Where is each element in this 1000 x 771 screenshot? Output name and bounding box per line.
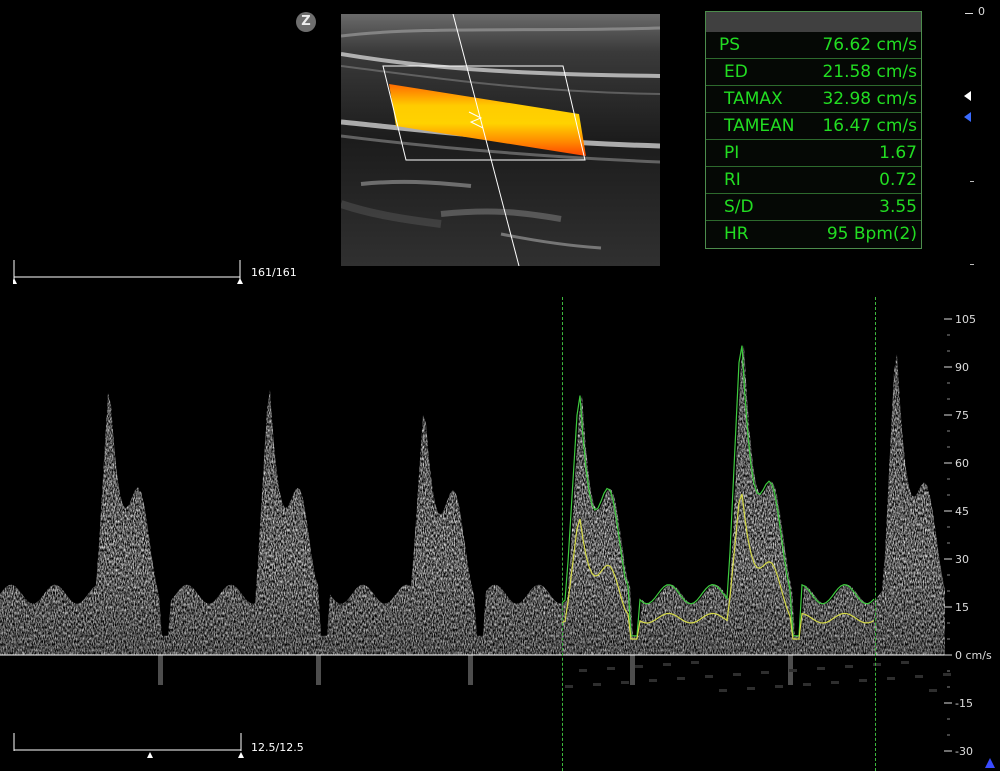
meas-value: 76.62 cm/s	[822, 35, 917, 55]
meas-label: PS	[719, 35, 741, 55]
depth-minor-tick	[970, 264, 974, 265]
noise-mark	[565, 685, 573, 688]
spectral-svg: 105 90 75 60 45 30 15 0 cm/s -15 -30	[0, 313, 992, 758]
noise-mark	[775, 685, 783, 688]
noise-mark	[817, 667, 825, 670]
velocity-tick-label: 60	[955, 457, 969, 470]
velocity-tick-label: 0 cm/s	[955, 649, 992, 662]
velocity-tick-label: 30	[955, 553, 969, 566]
depth-scale-label: 0	[978, 5, 985, 18]
frame-bracket[interactable]	[11, 260, 243, 284]
negative-flow-mark	[630, 655, 635, 685]
noise-mark	[831, 681, 839, 684]
zoom-badge[interactable]: Z	[296, 12, 316, 32]
velocity-tick-label: -30	[955, 745, 973, 758]
meas-label: TAMEAN	[724, 116, 795, 136]
noise-mark	[747, 687, 755, 690]
sweep-bracket[interactable]	[13, 733, 245, 759]
meas-label: PI	[724, 143, 740, 163]
velocity-tick-label: 90	[955, 361, 969, 374]
noise-mark	[691, 661, 699, 664]
noise-mark	[705, 675, 713, 678]
velocity-tick-label: 105	[955, 313, 976, 326]
meas-row-tamax: TAMAX 32.98 cm/s	[706, 86, 921, 113]
focus-marker-white-icon[interactable]	[964, 91, 971, 101]
meas-label: S/D	[724, 197, 754, 217]
meas-value: 1.67	[879, 143, 917, 163]
meas-label: TAMAX	[724, 89, 783, 109]
noise-mark	[719, 689, 727, 692]
velocity-tick-label: 15	[955, 601, 969, 614]
velocity-tick-label: 75	[955, 409, 969, 422]
meas-row-tamean: TAMEAN 16.47 cm/s	[706, 113, 921, 140]
depth-minor-tick	[970, 181, 974, 182]
noise-mark	[607, 667, 615, 670]
negative-flow-mark	[158, 655, 163, 685]
meas-value: 95 Bpm(2)	[826, 224, 917, 244]
meas-value: 3.55	[879, 197, 917, 217]
negative-flow-mark	[468, 655, 473, 685]
meas-label: ED	[724, 62, 748, 82]
spectral-doppler[interactable]: 105 90 75 60 45 30 15 0 cm/s -15 -30	[0, 295, 1000, 771]
noise-mark	[789, 669, 797, 672]
meas-row-pi: PI 1.67	[706, 140, 921, 167]
velocity-tick-label: -15	[955, 697, 973, 710]
meas-label: HR	[724, 224, 749, 244]
noise-mark	[803, 683, 811, 686]
sweep-speed-label: 12.5/12.5	[251, 741, 304, 754]
b-mode-svg	[341, 14, 660, 266]
noise-mark	[929, 689, 937, 692]
time-ruler	[0, 765, 1000, 771]
ultrasound-screen: Z PS 76.62 cm/s ED 21.58 cm/s TAMAX 32.9…	[0, 0, 1000, 771]
meas-row-sd: S/D 3.55	[706, 194, 921, 221]
blue-cursor-icon[interactable]	[985, 758, 995, 768]
meas-value: 32.98 cm/s	[822, 89, 917, 109]
meas-row-ed: ED 21.58 cm/s	[706, 59, 921, 86]
velocity-tick-label: 45	[955, 505, 969, 518]
meas-row-hr: HR 95 Bpm(2)	[706, 221, 921, 247]
noise-mark	[943, 673, 951, 676]
depth-scale-tick	[965, 13, 973, 14]
measurement-header	[706, 12, 921, 32]
sweep-bracket-svg	[13, 733, 244, 758]
noise-mark	[663, 663, 671, 666]
noise-mark	[593, 683, 601, 686]
noise-mark	[761, 671, 769, 674]
noise-mark	[579, 669, 587, 672]
noise-mark	[635, 665, 643, 668]
noise-mark	[845, 665, 853, 668]
meas-value: 21.58 cm/s	[822, 62, 917, 82]
noise-mark	[915, 675, 923, 678]
noise-mark	[677, 677, 685, 680]
meas-label: RI	[724, 170, 741, 190]
noise-mark	[901, 661, 909, 664]
frame-bracket-svg	[11, 260, 243, 284]
frame-counter: 161/161	[251, 266, 297, 279]
cycle-end-cursor[interactable]	[875, 297, 876, 771]
meas-row-ri: RI 0.72	[706, 167, 921, 194]
meas-row-ps: PS 76.62 cm/s	[706, 32, 921, 59]
spectral-envelope	[0, 345, 945, 655]
noise-mark	[733, 673, 741, 676]
noise-mark	[859, 679, 867, 682]
measurement-table: PS 76.62 cm/s ED 21.58 cm/s TAMAX 32.98 …	[705, 11, 922, 249]
b-mode-image[interactable]	[341, 14, 660, 266]
cycle-start-cursor[interactable]	[562, 297, 563, 771]
noise-mark	[621, 681, 629, 684]
meas-value: 0.72	[879, 170, 917, 190]
focus-marker-blue-icon[interactable]	[964, 112, 971, 122]
noise-mark	[649, 679, 657, 682]
noise-mark	[887, 677, 895, 680]
meas-value: 16.47 cm/s	[822, 116, 917, 136]
negative-flow-mark	[316, 655, 321, 685]
